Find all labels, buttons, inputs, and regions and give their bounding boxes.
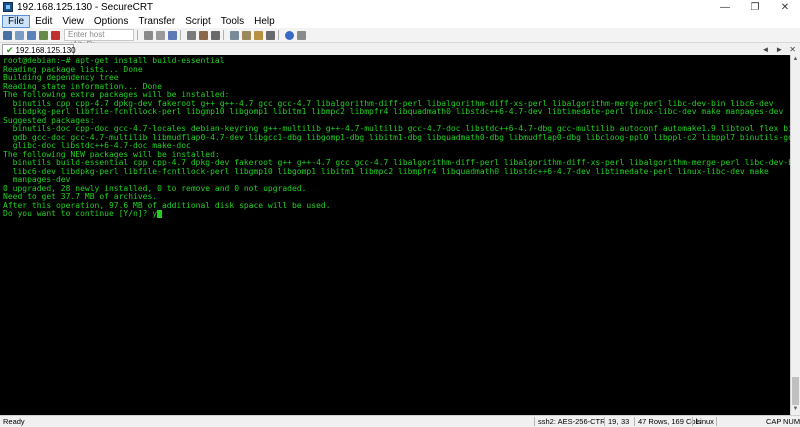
disconnect-icon[interactable] [51, 30, 60, 40]
tab-scroll-left-icon[interactable]: ◄ [761, 45, 769, 54]
status-divider [716, 417, 717, 426]
session-tab-label: 192.168.125.130 [15, 45, 76, 55]
scroll-down-icon[interactable]: ▼ [791, 405, 800, 414]
menu-help[interactable]: Help [249, 15, 280, 28]
toolbar: Enter host <Alt+R> [0, 28, 800, 49]
reconnect-icon[interactable] [39, 30, 48, 40]
menu-tools[interactable]: Tools [216, 15, 249, 28]
status-ready: Ready [3, 417, 25, 426]
status-divider [534, 417, 535, 426]
toolbar-separator [278, 30, 279, 40]
toolbar-separator [137, 30, 138, 40]
maximize-button[interactable]: ❐ [740, 0, 770, 14]
terminal-output: root@debian:~# apt-get install build-ess… [3, 56, 790, 219]
status-divider [604, 417, 605, 426]
terminal-screen[interactable]: root@debian:~# apt-get install build-ess… [0, 55, 790, 415]
paste-icon[interactable] [156, 30, 165, 40]
menu-view[interactable]: View [57, 15, 89, 28]
print-icon[interactable] [187, 30, 196, 40]
connected-check-icon: ✔ [6, 44, 14, 55]
about-icon[interactable] [297, 30, 306, 40]
copy-icon[interactable] [144, 30, 153, 40]
status-os: Linux [696, 417, 714, 426]
status-bar: Ready ssh2: AES-256-CTR 19, 33 47 Rows, … [0, 415, 800, 427]
connect-in-tab-icon[interactable] [27, 30, 36, 40]
sftp-icon[interactable] [211, 30, 220, 40]
terminal-scrollbar[interactable]: ▲ ▼ [790, 55, 800, 415]
keymap-icon[interactable] [254, 30, 263, 40]
title-bar: 192.168.125.130 - SecureCRT — ❐ ✕ [0, 0, 800, 14]
terminal-line-text: libc6-dev libdpkg-perl libfile-fcntllock… [3, 166, 769, 176]
toolbar-separator [223, 30, 224, 40]
terminal-cursor [157, 210, 163, 218]
menu-file[interactable]: File [2, 14, 31, 28]
menu-bar: File Edit View Options Transfer Script T… [0, 14, 800, 28]
menu-edit[interactable]: Edit [30, 15, 57, 28]
status-divider [692, 417, 693, 426]
help-icon[interactable] [285, 30, 294, 40]
terminal-line: libdpkg-perl libfile-fcntllock-perl libg… [3, 107, 790, 117]
status-row: 19, [608, 417, 619, 426]
window-title: 192.168.125.130 - SecureCRT [17, 1, 154, 13]
quick-connect-icon[interactable] [15, 30, 24, 40]
menu-options[interactable]: Options [89, 15, 133, 28]
tab-scroll-right-icon[interactable]: ► [775, 45, 783, 54]
find-icon[interactable] [168, 30, 177, 40]
tab-controls: ◄ ► ✕ [761, 43, 796, 55]
key-icon[interactable] [266, 30, 275, 40]
global-options-icon[interactable] [242, 30, 251, 40]
terminal-line: Reading package lists... Done [3, 65, 790, 75]
status-divider [634, 417, 635, 426]
status-num: NUM [783, 417, 800, 426]
session-tab[interactable]: ✔ 192.168.125.130 [2, 44, 76, 55]
menu-transfer[interactable]: Transfer [133, 15, 180, 28]
securecrt-app-icon[interactable] [3, 2, 13, 12]
toolbar-separator [180, 30, 181, 40]
scroll-up-icon[interactable]: ▲ [791, 55, 800, 64]
window-controls: — ❐ ✕ [710, 0, 800, 14]
minimize-button[interactable]: — [710, 0, 740, 14]
terminal-line-text: Do you want to continue [Y/n]? y [3, 209, 158, 218]
status-col: 33 [621, 417, 630, 426]
status-cap: CAP [766, 417, 782, 426]
close-button[interactable]: ✕ [770, 0, 800, 14]
connect-icon[interactable] [3, 30, 12, 40]
status-cipher: ssh2: AES-256-CTR [538, 417, 606, 426]
session-options-icon[interactable] [230, 30, 239, 40]
host-input[interactable]: Enter host <Alt+R> [64, 29, 134, 49]
terminal-line-text: libdpkg-perl libfile-fcntllock-perl libg… [3, 107, 784, 116]
print-setup-icon[interactable] [199, 30, 208, 40]
scroll-thumb[interactable] [792, 377, 799, 405]
terminal-line: Do you want to continue [Y/n]? y [3, 209, 790, 219]
terminal-line: libc6-dev libdpkg-perl libfile-fcntllock… [3, 166, 790, 177]
tab-close-icon[interactable]: ✕ [789, 45, 796, 54]
menu-script[interactable]: Script [180, 15, 216, 28]
